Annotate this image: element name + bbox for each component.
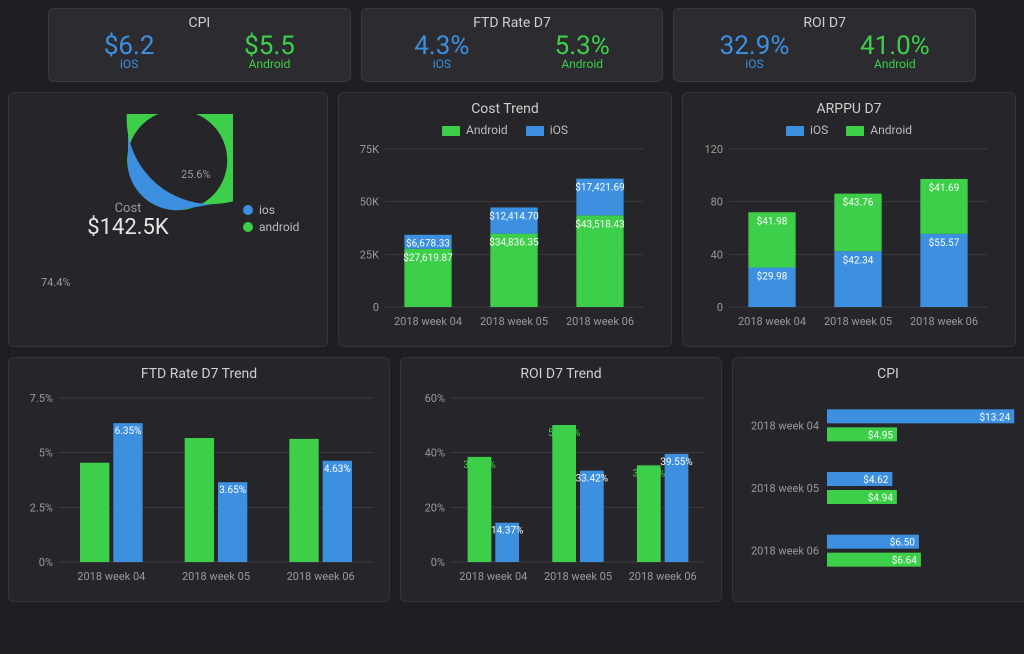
svg-text:38.45%: 38.45% bbox=[463, 460, 495, 471]
svg-text:60%: 60% bbox=[425, 392, 445, 405]
donut-chart: Cost $142.5K 25.6% 74.4% bbox=[23, 114, 233, 324]
svg-text:$27,619.87: $27,619.87 bbox=[403, 251, 453, 264]
kpi-ios: $6.2 iOS bbox=[59, 33, 199, 71]
kpi-android: $5.5 Android bbox=[199, 33, 339, 71]
svg-text:$55.57: $55.57 bbox=[929, 236, 960, 249]
kpi-card-cpi: CPI $6.2 iOS $5.5 Android bbox=[48, 8, 351, 82]
ftd-trend-chart: 0% 2.5% 5% 7.5% 4.54% 6.35% 2018 week 04 5.67% 3… bbox=[19, 388, 379, 588]
chart-title: FTD Rate D7 Trend bbox=[19, 366, 379, 382]
svg-text:25K: 25K bbox=[360, 248, 379, 261]
svg-text:2018 week 05: 2018 week 05 bbox=[824, 315, 892, 328]
kpi-title: CPI bbox=[59, 15, 340, 31]
chart-legend: iOS Android bbox=[693, 123, 1005, 137]
cost-trend-chart: 0 25K 50K 75K $27,619.87$6,678.33 2018 week 0… bbox=[349, 143, 649, 333]
roi-trend-panel: ROI D7 Trend 0% 20% 40% 60% 38.45% 14.37% 2018… bbox=[400, 357, 722, 602]
svg-text:$6,678.33: $6,678.33 bbox=[406, 237, 450, 250]
svg-text:$43,518.43: $43,518.43 bbox=[575, 217, 625, 230]
svg-text:$4.94: $4.94 bbox=[868, 491, 893, 504]
cpi-bar-chart: 2018 week 04 $13.24 $4.95 2018 week 05 $4.62… bbox=[743, 388, 1024, 588]
kpi-card-ftd: FTD Rate D7 4.3%iOS 5.3%Android bbox=[361, 8, 664, 82]
svg-text:74.4%: 74.4% bbox=[41, 276, 71, 289]
svg-text:40%: 40% bbox=[425, 447, 445, 460]
kpi-title: FTD Rate D7 bbox=[372, 15, 653, 31]
svg-text:4.54%: 4.54% bbox=[81, 466, 108, 477]
svg-text:$34,836.35: $34,836.35 bbox=[489, 236, 539, 249]
svg-text:$41.98: $41.98 bbox=[757, 214, 788, 227]
svg-text:2018 week 06: 2018 week 06 bbox=[751, 545, 819, 558]
svg-text:$6.64: $6.64 bbox=[892, 554, 917, 567]
svg-text:$4.95: $4.95 bbox=[868, 428, 893, 441]
svg-text:2018 week 06: 2018 week 06 bbox=[566, 315, 634, 328]
svg-text:$41.69: $41.69 bbox=[929, 181, 960, 194]
svg-text:50.12%: 50.12% bbox=[548, 428, 580, 439]
row-middle: Cost $142.5K 25.6% 74.4% ios android Cos… bbox=[8, 92, 1016, 347]
svg-text:$4.62: $4.62 bbox=[863, 473, 888, 486]
ftd-trend-panel: FTD Rate D7 Trend 0% 2.5% 5% 7.5% 4.54% 6.35%… bbox=[8, 357, 390, 602]
svg-text:$42.34: $42.34 bbox=[843, 253, 874, 266]
svg-text:20%: 20% bbox=[425, 501, 445, 514]
arppu-panel: ARPPU D7 iOS Android 0 40 80 120 $29.98 $41.9… bbox=[682, 92, 1016, 347]
cpi-bar-panel: CPI 2018 week 04 $13.24 $4.95 2018 week 05 $… bbox=[732, 357, 1024, 602]
svg-text:40: 40 bbox=[711, 248, 723, 261]
svg-text:33.42%: 33.42% bbox=[576, 474, 608, 485]
legend-dot-ios bbox=[243, 205, 253, 215]
donut-legend: ios android bbox=[243, 200, 299, 237]
svg-text:0: 0 bbox=[717, 301, 723, 314]
svg-text:4.63%: 4.63% bbox=[324, 464, 351, 475]
kpi-row: CPI $6.2 iOS $5.5 Android FTD Rate D7 4.… bbox=[8, 8, 1016, 82]
svg-text:2.5%: 2.5% bbox=[30, 501, 53, 514]
svg-text:5%: 5% bbox=[39, 447, 53, 460]
svg-text:2018 week 05: 2018 week 05 bbox=[182, 570, 250, 583]
chart-title: Cost Trend bbox=[349, 101, 661, 117]
svg-text:$12,414.70: $12,414.70 bbox=[489, 209, 539, 222]
svg-text:$43.76: $43.76 bbox=[843, 196, 874, 209]
svg-text:120: 120 bbox=[704, 143, 723, 156]
chart-legend: Android iOS bbox=[349, 123, 661, 137]
svg-text:$17,421.69: $17,421.69 bbox=[575, 181, 625, 194]
svg-text:$6.50: $6.50 bbox=[890, 536, 915, 549]
svg-text:5.67%: 5.67% bbox=[186, 441, 213, 452]
svg-text:14.37%: 14.37% bbox=[491, 526, 523, 537]
row-bottom: FTD Rate D7 Trend 0% 2.5% 5% 7.5% 4.54% 6.35%… bbox=[8, 357, 1016, 602]
svg-text:35.35%: 35.35% bbox=[633, 468, 665, 479]
svg-text:2018 week 06: 2018 week 06 bbox=[629, 570, 697, 583]
svg-text:Cost: Cost bbox=[115, 201, 142, 216]
arppu-chart: 0 40 80 120 $29.98 $41.98 2018 week 04 $42.34 $4… bbox=[693, 143, 993, 333]
svg-text:50K: 50K bbox=[360, 196, 379, 209]
cost-trend-panel: Cost Trend Android iOS 0 25K 50K 75K $27,619… bbox=[338, 92, 672, 347]
svg-text:0%: 0% bbox=[39, 556, 53, 569]
svg-text:6.35%: 6.35% bbox=[115, 426, 142, 437]
svg-text:2018 week 04: 2018 week 04 bbox=[459, 570, 527, 583]
legend-dot-android bbox=[243, 222, 253, 232]
donut-chart-panel: Cost $142.5K 25.6% 74.4% ios android bbox=[8, 92, 328, 347]
chart-title: ARPPU D7 bbox=[693, 101, 1005, 117]
svg-text:$13.24: $13.24 bbox=[980, 410, 1011, 423]
svg-text:80: 80 bbox=[711, 196, 723, 209]
kpi-title: ROI D7 bbox=[684, 15, 965, 31]
svg-text:2018 week 06: 2018 week 06 bbox=[287, 570, 355, 583]
svg-text:39.55%: 39.55% bbox=[660, 457, 692, 468]
chart-title: CPI bbox=[743, 366, 1024, 382]
svg-text:2018 week 06: 2018 week 06 bbox=[910, 315, 978, 328]
svg-text:25.6%: 25.6% bbox=[181, 168, 211, 181]
svg-text:7.5%: 7.5% bbox=[30, 392, 53, 405]
svg-text:2018 week 04: 2018 week 04 bbox=[77, 570, 145, 583]
svg-text:3.65%: 3.65% bbox=[219, 485, 246, 496]
svg-text:2018 week 04: 2018 week 04 bbox=[738, 315, 806, 328]
svg-text:0%: 0% bbox=[431, 556, 445, 569]
svg-text:2018 week 05: 2018 week 05 bbox=[751, 482, 819, 495]
kpi-card-roi: ROI D7 32.9%iOS 41.0%Android bbox=[673, 8, 976, 82]
svg-text:2018 week 04: 2018 week 04 bbox=[751, 419, 819, 432]
svg-text:0: 0 bbox=[373, 301, 379, 314]
roi-trend-chart: 0% 20% 40% 60% 38.45% 14.37% 2018 week 04 50.12… bbox=[411, 388, 711, 588]
chart-title: ROI D7 Trend bbox=[411, 366, 711, 382]
svg-text:5.63%: 5.63% bbox=[291, 442, 318, 453]
svg-text:$29.98: $29.98 bbox=[757, 270, 788, 283]
svg-text:$142.5K: $142.5K bbox=[87, 215, 169, 240]
svg-text:2018 week 04: 2018 week 04 bbox=[394, 315, 462, 328]
svg-text:2018 week 05: 2018 week 05 bbox=[544, 570, 612, 583]
svg-text:2018 week 05: 2018 week 05 bbox=[480, 315, 548, 328]
svg-text:75K: 75K bbox=[360, 143, 379, 156]
